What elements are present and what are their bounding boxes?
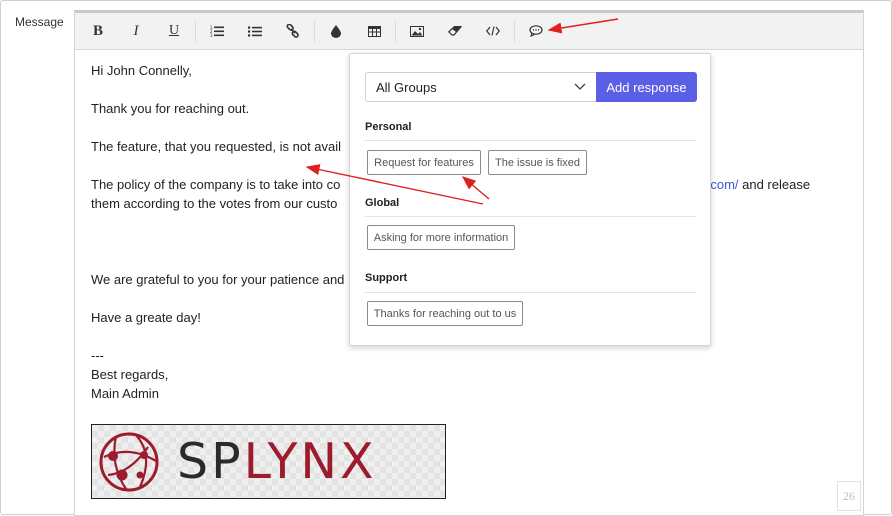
svg-text:3: 3: [210, 33, 213, 37]
response-thanks-reaching-out[interactable]: Thanks for reaching out to us: [367, 301, 523, 326]
responses-button[interactable]: [517, 13, 555, 49]
link-button[interactable]: [274, 13, 312, 49]
popup-header: All Groups Add response: [365, 72, 697, 102]
toolbar-divider: [195, 20, 196, 42]
globe-logo-icon: [99, 432, 159, 492]
unordered-list-icon: [248, 26, 262, 36]
section-divider: [365, 140, 696, 141]
color-button[interactable]: [317, 13, 355, 49]
add-response-button[interactable]: Add response: [596, 72, 697, 102]
dashes-line: ---: [91, 348, 104, 363]
speech-bubble-icon: [529, 25, 543, 37]
group-select-value: All Groups: [376, 79, 437, 95]
eraser-icon: [448, 26, 462, 36]
response-issue-fixed[interactable]: The issue is fixed: [488, 150, 587, 175]
chevron-down-icon: [574, 83, 586, 90]
eraser-button[interactable]: [436, 13, 474, 49]
italic-button[interactable]: I: [117, 13, 155, 49]
regards-line: Best regards,: [91, 367, 169, 382]
splynx-logo-image: SPLYNX: [91, 424, 446, 499]
ordered-list-icon: 1 2 3: [210, 25, 224, 37]
section-title-global: Global: [365, 197, 400, 209]
code-button[interactable]: [474, 13, 512, 49]
droplet-icon: [331, 24, 341, 38]
policy-text-end: and release: [738, 177, 811, 192]
image-button[interactable]: [398, 13, 436, 49]
response-request-for-features[interactable]: Request for features: [367, 150, 481, 175]
table-icon: [367, 25, 381, 37]
table-button[interactable]: [355, 13, 393, 49]
code-icon: [486, 26, 500, 36]
message-label: Message: [15, 15, 64, 29]
section-divider: [365, 216, 696, 217]
underline-button[interactable]: U: [155, 13, 193, 49]
toolbar-divider: [514, 20, 515, 42]
section-title-personal: Personal: [365, 121, 412, 133]
unordered-list-button[interactable]: [236, 13, 274, 49]
section-title-support: Support: [365, 272, 408, 284]
section-divider: [365, 292, 696, 293]
toolbar-divider: [395, 20, 396, 42]
editor-toolbar: B I U 1 2 3: [75, 13, 863, 50]
message-field-frame: Message B I U 1 2 3 Hi John Connelly, Th…: [0, 0, 892, 516]
splynx-wordmark: SPLYNX: [177, 433, 377, 490]
toolbar-divider: [314, 20, 315, 42]
link-icon: [286, 24, 299, 38]
group-select[interactable]: All Groups: [365, 72, 596, 102]
responses-popup: All Groups Add response Personal Request…: [349, 53, 711, 346]
ordered-list-button[interactable]: 1 2 3: [198, 13, 236, 49]
signature-line: Main Admin: [91, 386, 159, 401]
policy-text-start: The policy of the company is to take int…: [91, 177, 341, 192]
character-counter: 26: [837, 481, 861, 511]
response-asking-more-info[interactable]: Asking for more information: [367, 225, 515, 250]
bold-button[interactable]: B: [79, 13, 117, 49]
image-icon: [410, 25, 424, 37]
